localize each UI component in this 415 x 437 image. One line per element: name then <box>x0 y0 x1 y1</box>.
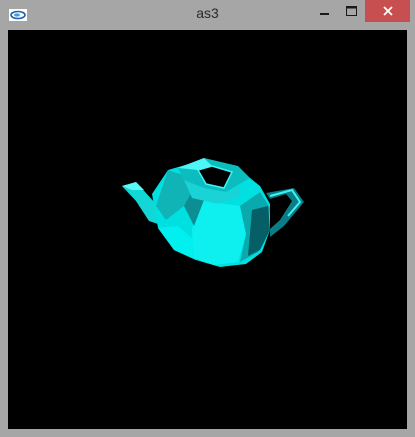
maximize-button[interactable] <box>338 0 365 22</box>
minimize-button[interactable] <box>311 0 338 22</box>
maximize-icon <box>346 6 357 16</box>
app-window: as3 <box>0 0 415 437</box>
title-bar[interactable]: as3 <box>0 0 415 30</box>
teapot-render <box>122 158 304 267</box>
close-button[interactable] <box>365 0 410 22</box>
minimize-icon <box>319 13 329 15</box>
close-icon <box>382 6 393 16</box>
opengl-canvas[interactable] <box>8 30 407 429</box>
